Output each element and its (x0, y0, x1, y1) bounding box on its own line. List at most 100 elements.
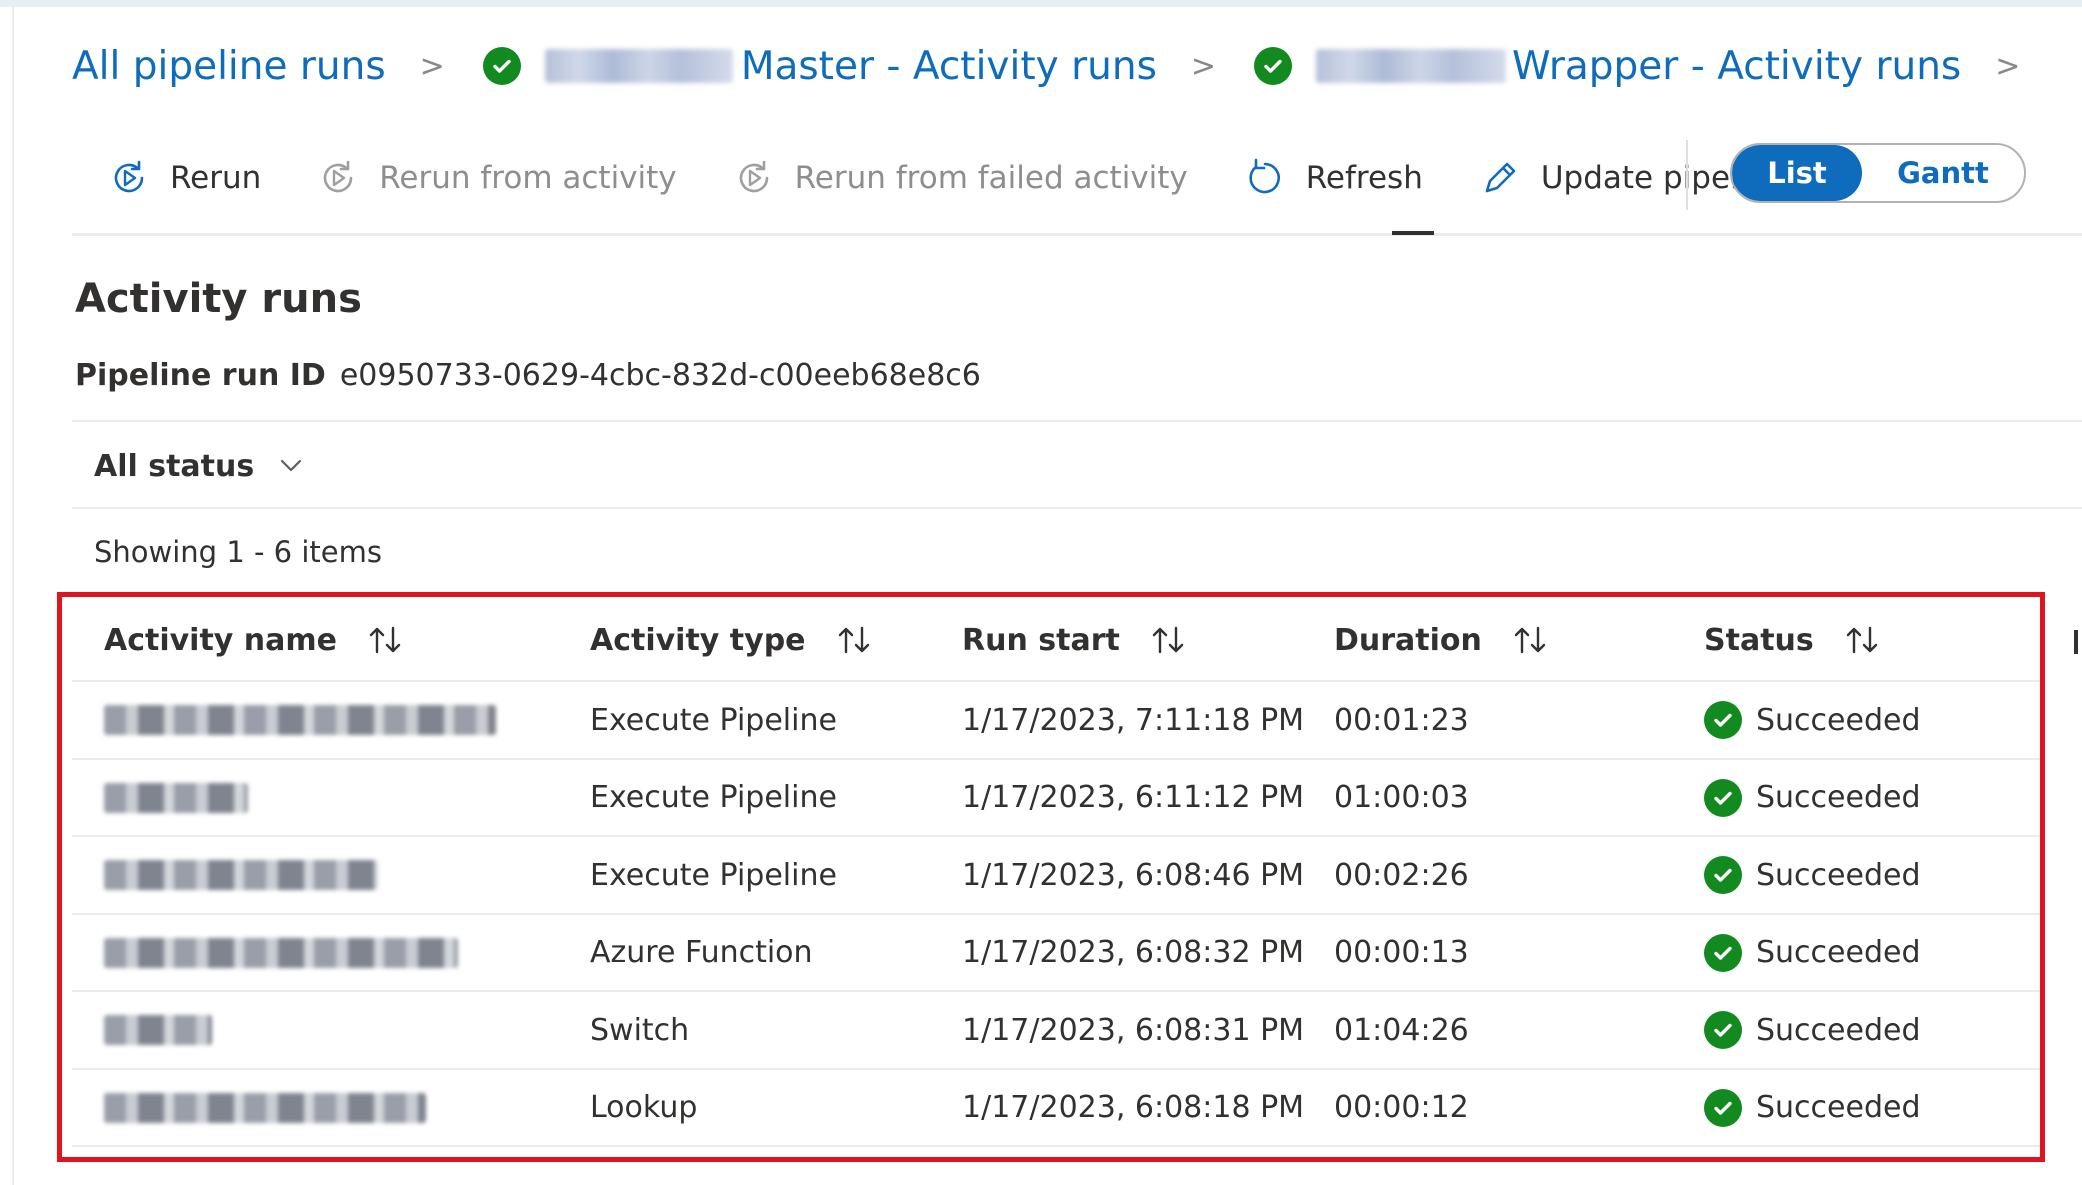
column-label: Run start (962, 622, 1120, 658)
item-count: Showing 1 - 6 items (94, 535, 382, 569)
duration-cell: 00:00:13 (1334, 935, 1469, 970)
toolbar: Rerun Rerun from activity Rerun from fai… (108, 150, 1786, 206)
column-label: Activity name (104, 622, 338, 658)
duration-cell: 00:01:23 (1334, 702, 1469, 738)
column-header-activity-name[interactable]: Activity name (104, 600, 403, 680)
activity-name-cell[interactable] (104, 760, 248, 836)
activity-name-cell[interactable] (104, 682, 496, 758)
refresh-button[interactable]: Refresh (1244, 157, 1423, 199)
sort-arrows-icon[interactable] (1844, 625, 1880, 655)
check-circle-icon (1704, 1011, 1742, 1049)
status-label: Succeeded (1756, 780, 1921, 815)
run-start-cell: 1/17/2023, 6:08:32 PM (962, 935, 1305, 970)
rerun-from-activity-label: Rerun from activity (379, 160, 677, 196)
rerun-icon (114, 160, 144, 193)
table-row[interactable]: Azure Function 1/17/2023, 6:08:32 PM 00:… (72, 915, 2042, 992)
status-cell: Succeeded (1704, 1070, 1921, 1146)
status-cell: Succeeded (1704, 760, 1921, 836)
redacted-activity-name (104, 937, 458, 968)
breadcrumb-master-label: Master - Activity runs (740, 43, 1157, 89)
status-cell: Succeeded (1704, 682, 1921, 758)
run-start-cell: 1/17/2023, 6:08:18 PM (962, 1090, 1305, 1125)
activity-type-cell: Execute Pipeline (590, 857, 837, 893)
duration-cell: 01:04:26 (1334, 1012, 1469, 1048)
activity-runs-page: All pipeline runs > Master - Activity ru… (0, 0, 2082, 1185)
rerun-from-activity-icon (323, 160, 353, 193)
rerun-from-failed-activity-button[interactable]: Rerun from failed activity (733, 157, 1188, 199)
page-title: Activity runs (75, 276, 362, 322)
success-check-icon (1254, 47, 1293, 85)
status-cell: Succeeded (1704, 837, 1921, 913)
sort-arrows-icon[interactable] (367, 625, 403, 655)
toolbar-divider (1686, 140, 1688, 210)
activity-type-cell: Azure Function (590, 935, 813, 970)
view-list-option[interactable]: List (1732, 145, 1862, 201)
status-label: Succeeded (1756, 935, 1921, 970)
divider (72, 507, 2082, 509)
column-label: Activity type (590, 622, 806, 658)
toolbar-divider-line (72, 233, 2082, 236)
status-label: Succeeded (1756, 1012, 1921, 1048)
sort-arrows-icon[interactable] (1150, 625, 1186, 655)
breadcrumb: All pipeline runs > Master - Activity ru… (72, 38, 2058, 94)
duration-cell: 00:00:12 (1334, 1090, 1469, 1125)
activity-type-cell: Lookup (590, 1090, 698, 1125)
run-start-cell: 1/17/2023, 6:08:31 PM (962, 1012, 1305, 1048)
check-circle-icon (1704, 856, 1742, 894)
column-label: Status (1704, 622, 1814, 658)
table-row[interactable]: Execute Pipeline 1/17/2023, 6:11:12 PM 0… (72, 760, 2042, 837)
breadcrumb-wrapper-activity-runs[interactable]: Wrapper - Activity runs (1316, 44, 1961, 89)
activity-name-cell[interactable] (104, 837, 378, 913)
table-row[interactable]: Lookup 1/17/2023, 6:08:18 PM 00:00:12 Su… (72, 1070, 2042, 1147)
rerun-from-failed-label: Rerun from failed activity (794, 160, 1188, 196)
column-header-duration[interactable]: Duration (1334, 600, 1548, 680)
breadcrumb-master-activity-runs[interactable]: Master - Activity runs (544, 43, 1157, 89)
sort-arrows-icon[interactable] (1512, 625, 1548, 655)
activity-name-cell[interactable] (104, 992, 212, 1068)
pipeline-run-id: Pipeline run ID e0950733-0629-4cbc-832d-… (75, 358, 981, 393)
redacted-pipeline-name (544, 49, 733, 83)
chevron-down-icon (281, 459, 302, 472)
breadcrumb-all-pipeline-runs[interactable]: All pipeline runs (72, 44, 386, 89)
redacted-activity-name (104, 1015, 212, 1045)
activity-name-cell[interactable] (104, 915, 458, 991)
status-filter-label: All status (94, 448, 255, 484)
view-toggle[interactable]: List Gantt (1730, 143, 2026, 203)
activity-name-cell[interactable] (104, 1070, 426, 1146)
activity-type-cell: Execute Pipeline (590, 702, 837, 738)
refresh-label: Refresh (1305, 160, 1423, 196)
check-circle-icon (1704, 1088, 1742, 1127)
column-header-activity-type[interactable]: Activity type (590, 600, 872, 680)
status-label: Succeeded (1756, 857, 1921, 893)
left-border (12, 7, 14, 1185)
breadcrumb-separator: > (1995, 48, 2021, 84)
column-header-run-start[interactable]: Run start (962, 600, 1186, 680)
status-cell: Succeeded (1704, 992, 1921, 1068)
status-filter-dropdown[interactable]: All status (94, 446, 302, 486)
run-id-label: Pipeline run ID (75, 358, 326, 393)
status-label: Succeeded (1756, 702, 1921, 738)
sort-arrows-icon[interactable] (836, 625, 872, 655)
rerun-label: Rerun (170, 160, 262, 196)
view-gantt-option[interactable]: Gantt (1862, 145, 2024, 201)
rerun-button[interactable]: Rerun (108, 157, 261, 199)
table-row[interactable]: Switch 1/17/2023, 6:08:31 PM 01:04:26 Su… (72, 992, 2042, 1070)
rerun-from-failed-icon (739, 160, 768, 193)
status-cell: Succeeded (1704, 915, 1921, 991)
redacted-activity-name (104, 860, 378, 890)
run-start-cell: 1/17/2023, 7:11:18 PM (962, 702, 1305, 738)
active-indicator (1392, 231, 1434, 235)
run-start-cell: 1/17/2023, 6:08:46 PM (962, 857, 1305, 893)
column-label: Duration (1334, 622, 1482, 658)
check-circle-icon (1704, 701, 1742, 739)
breadcrumb-wrapper-label: Wrapper - Activity runs (1512, 43, 1962, 89)
redacted-activity-name (104, 705, 496, 735)
breadcrumb-separator: > (1190, 48, 1217, 84)
rerun-from-activity-button[interactable]: Rerun from activity (317, 157, 677, 199)
pencil-icon (1485, 162, 1516, 193)
column-header-status[interactable]: Status (1704, 600, 1880, 680)
activity-type-cell: Execute Pipeline (590, 780, 837, 815)
run-start-cell: 1/17/2023, 6:11:12 PM (962, 780, 1305, 815)
table-row[interactable]: Execute Pipeline 1/17/2023, 6:08:46 PM 0… (72, 837, 2042, 915)
table-row[interactable]: Execute Pipeline 1/17/2023, 7:11:18 PM 0… (72, 682, 2042, 760)
